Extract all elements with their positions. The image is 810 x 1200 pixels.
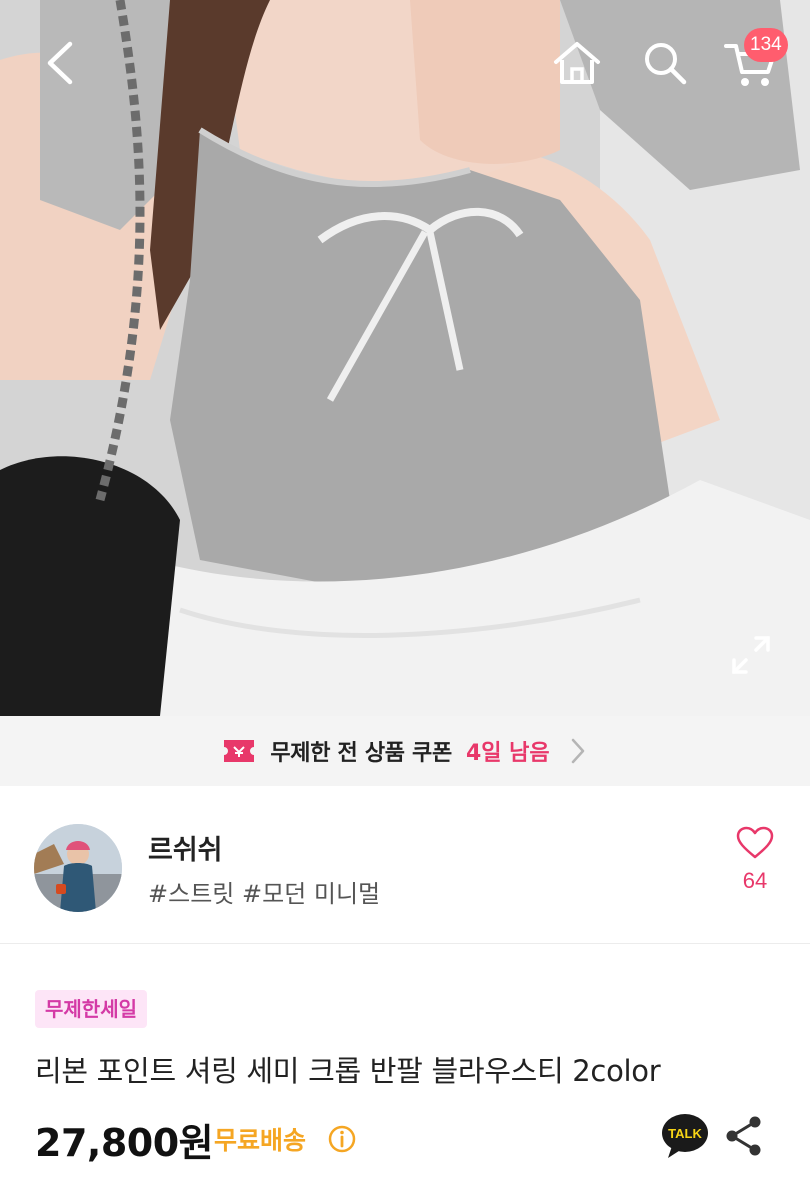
home-icon[interactable]: [550, 36, 604, 90]
sale-badge: 무제한세일: [35, 990, 147, 1028]
coupon-text: 무제한 전 상품 쿠폰: [270, 741, 452, 766]
product-title: 리본 포인트 셔링 세미 크롭 반팔 블라우스티 2color: [35, 1054, 661, 1088]
shop-name[interactable]: 르쉬쉬: [148, 828, 223, 867]
share-button[interactable]: [724, 1114, 764, 1158]
cart-count-badge: 134: [744, 28, 788, 62]
free-shipping-label: 무료배송: [214, 1126, 307, 1155]
back-arrow-icon[interactable]: [36, 38, 86, 88]
kakao-talk-button[interactable]: TALK: [660, 1112, 710, 1160]
expand-icon[interactable]: [728, 632, 774, 678]
talk-icon: TALK: [662, 1114, 708, 1158]
search-icon[interactable]: [640, 38, 690, 88]
product-image[interactable]: 134: [0, 0, 810, 716]
heart-icon: [736, 826, 774, 859]
like-button[interactable]: 64: [730, 826, 780, 894]
shop-tags: #스트릿 #모던 미니멀: [148, 880, 381, 908]
svg-text:TALK: TALK: [668, 1126, 702, 1141]
coupon-icon: [224, 740, 255, 762]
product-photo: [0, 0, 810, 716]
info-icon[interactable]: [327, 1124, 357, 1154]
product-price: 27,800원: [35, 1121, 214, 1165]
coupon-banner[interactable]: 무제한 전 상품 쿠폰 4일 남음: [0, 716, 810, 786]
coupon-remaining: 4일 남음: [465, 741, 550, 766]
shop-row[interactable]: 르쉬쉬 #스트릿 #모던 미니멀 64: [0, 786, 810, 944]
shop-avatar[interactable]: [34, 824, 122, 912]
share-icon: [726, 1116, 761, 1156]
chevron-right-icon: [571, 738, 584, 764]
like-count: 64: [742, 868, 768, 893]
